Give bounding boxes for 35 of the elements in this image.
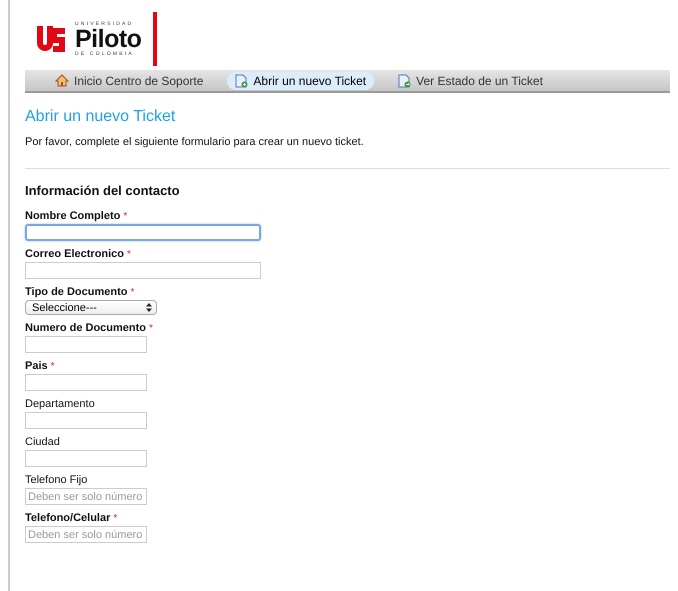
select-field[interactable]: Seleccione--- (25, 300, 157, 315)
nav-tab[interactable]: Inicio Centro de Soporte (47, 72, 212, 90)
page-title: Abrir un nuevo Ticket (25, 108, 176, 126)
required-mark: * (149, 324, 153, 334)
input-field[interactable]: Deben ser solo número (25, 526, 147, 543)
field-label: Pais (25, 360, 48, 372)
input-field[interactable]: Deben ser solo número (25, 488, 147, 505)
field-label: Departamento (25, 398, 95, 410)
nav-tab[interactable]: Ver Estado de un Ticket (390, 72, 551, 90)
input-field[interactable] (25, 450, 147, 467)
field-label: Tipo de Documento (25, 286, 128, 298)
field-label: Telefono Fijo (25, 474, 88, 486)
required-mark: * (50, 362, 55, 372)
field-label: Telefono/Celular (25, 512, 110, 524)
required-mark: * (113, 514, 118, 524)
nav-tab[interactable]: Abrir un nuevo Ticket (227, 72, 374, 90)
input-field[interactable] (25, 262, 261, 279)
home-icon (55, 74, 69, 87)
input-field[interactable] (25, 336, 147, 353)
required-mark: * (127, 250, 131, 260)
field-label: Correo Electronico (25, 248, 124, 260)
input-field[interactable] (25, 224, 261, 241)
field-label: Nombre Completo (25, 210, 120, 222)
document-arrow-icon (398, 74, 412, 88)
section-title: Información del contacto (25, 183, 181, 198)
required-mark: * (130, 288, 134, 298)
field-label: Numero de Documento (25, 322, 146, 334)
intro-text: Por favor, complete el siguiente formulario para crear un nuevo ticket. (25, 136, 365, 148)
input-field[interactable] (25, 412, 147, 429)
updown-caret-icon (146, 303, 152, 312)
input-field[interactable] (25, 374, 147, 391)
required-mark: * (123, 212, 128, 222)
document-plus-icon (235, 74, 248, 88)
logo-name: Piloto (75, 27, 142, 51)
field-label: Ciudad (25, 436, 60, 448)
